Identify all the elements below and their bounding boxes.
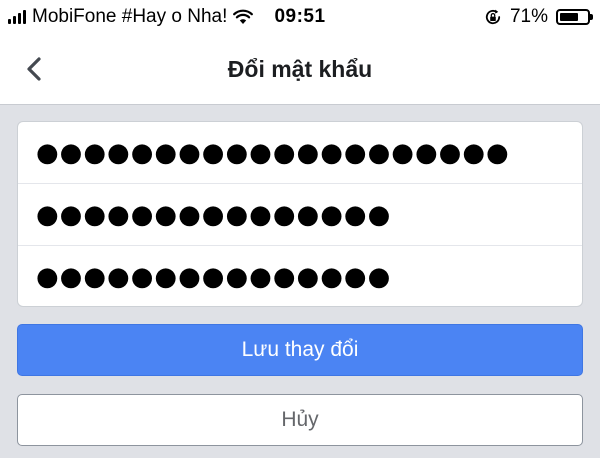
orientation-lock-icon (485, 9, 501, 25)
battery-percent: 71% (509, 6, 548, 27)
current-password-field[interactable]: ●●●●●●●●●●●●●●●●●●●● (18, 122, 582, 184)
nav-bar: Đổi mật khẩu (0, 34, 600, 105)
current-password-value: ●●●●●●●●●●●●●●●●●●●● (36, 138, 510, 168)
save-changes-button[interactable]: Lưu thay đổi (17, 324, 583, 376)
battery-icon (556, 9, 593, 25)
confirm-password-value: ●●●●●●●●●●●●●●● (36, 262, 392, 292)
battery-fill (560, 13, 579, 21)
cancel-button[interactable]: Hủy (17, 394, 583, 446)
page-title: Đổi mật khẩu (227, 56, 373, 82)
password-form: ●●●●●●●●●●●●●●●●●●●● ●●●●●●●●●●●●●●● ●●●… (17, 121, 583, 307)
new-password-field[interactable]: ●●●●●●●●●●●●●●● (18, 184, 582, 246)
confirm-password-field[interactable]: ●●●●●●●●●●●●●●● (18, 246, 582, 306)
new-password-value: ●●●●●●●●●●●●●●● (36, 200, 392, 230)
status-bar: MobiFone #Hay o Nha! 09:51 71% (0, 0, 600, 34)
status-right: 71% (484, 6, 593, 28)
